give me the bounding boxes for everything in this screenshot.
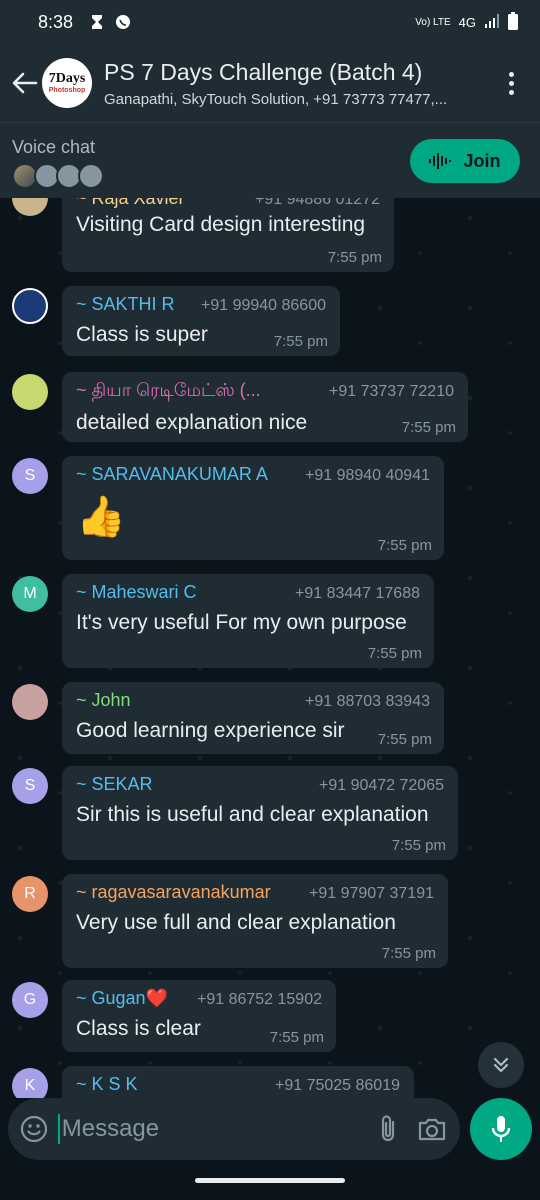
message-text: It's very useful For my own purpose xyxy=(76,611,407,634)
chat-header: 7Days Photoshop PS 7 Days Challenge (Bat… xyxy=(0,44,540,122)
message-time: 7:55 pm xyxy=(269,1029,324,1046)
group-members[interactable]: Ganapathi, SkyTouch Solution, +91 73773 … xyxy=(104,91,494,108)
emoji-icon[interactable] xyxy=(18,1109,50,1149)
message-bubble[interactable]: ~ Maheswari C +91 83447 17688 It's very u… xyxy=(62,574,434,668)
message-bubble[interactable]: ~ Gugan❤️ +91 86752 15902 Class is clear … xyxy=(62,980,336,1052)
join-label: Join xyxy=(463,150,501,171)
microphone-icon xyxy=(491,1116,511,1142)
whatsapp-notification-icon xyxy=(115,14,131,30)
message-bubble[interactable]: ~ Raja Xavier +91 94886 01272 Visiting Ca… xyxy=(62,198,394,272)
sender-phone: +91 83447 17688 xyxy=(294,585,420,602)
signal-icon xyxy=(484,13,500,31)
hourglass-icon xyxy=(89,14,105,30)
sender-avatar[interactable] xyxy=(12,288,48,324)
sender-phone: +91 86752 15902 xyxy=(196,991,322,1008)
sender-phone: +91 98940 40941 xyxy=(304,467,430,484)
message-bubble[interactable]: ~ SARAVANAKUMAR A +91 98940 40941 👍 7:55 … xyxy=(62,456,444,560)
message-text: Sir this is useful and clear explanation xyxy=(76,803,429,826)
participant-avatar xyxy=(78,163,104,189)
sender-phone: +91 94886 01272 xyxy=(254,198,380,208)
sender-avatar[interactable]: G xyxy=(12,982,48,1018)
message-input[interactable] xyxy=(59,1115,372,1143)
sender-phone: +91 73737 72210 xyxy=(328,383,454,400)
message-time: 7:55 pm xyxy=(327,249,382,266)
camera-icon[interactable] xyxy=(416,1109,448,1149)
message-bubble[interactable]: ~ SAKTHI R +91 99940 86600 Class is super… xyxy=(62,286,340,356)
message-text: detailed explanation nice xyxy=(76,411,308,434)
status-right: Vo) LTE 4G xyxy=(415,11,518,33)
group-avatar[interactable]: 7Days Photoshop xyxy=(42,58,92,108)
more-options-icon[interactable] xyxy=(494,58,528,108)
message-bubble[interactable]: ~ John +91 88703 83943 Good learning expe… xyxy=(62,682,444,754)
sender-avatar[interactable]: K xyxy=(12,1068,48,1098)
status-bar: 8:38 Vo) LTE 4G xyxy=(0,0,540,44)
system-navigation-bar xyxy=(0,1160,540,1200)
sender-name[interactable]: ~ John xyxy=(76,690,131,711)
attachment-icon[interactable] xyxy=(372,1109,404,1149)
thumbs-up-emoji: 👍 xyxy=(76,495,126,539)
message-time: 7:55 pm xyxy=(381,945,436,962)
header-text[interactable]: PS 7 Days Challenge (Batch 4) Ganapathi,… xyxy=(104,59,494,108)
sender-name[interactable]: ~ K S K xyxy=(76,1074,138,1095)
sender-phone: +91 90472 72065 xyxy=(318,777,444,794)
sender-name[interactable]: ~ SEKAR xyxy=(76,774,153,795)
message-text: Visiting Card design interesting xyxy=(76,213,366,236)
group-title[interactable]: PS 7 Days Challenge (Batch 4) xyxy=(104,59,494,86)
sender-avatar[interactable]: R xyxy=(12,876,48,912)
message-time: 7:55 pm xyxy=(401,419,456,436)
sender-avatar[interactable]: S xyxy=(12,768,48,804)
sender-name[interactable]: ~ Maheswari C xyxy=(76,582,197,603)
sender-avatar[interactable] xyxy=(12,684,48,720)
home-gesture-handle[interactable] xyxy=(195,1177,345,1183)
message-composer xyxy=(8,1098,460,1160)
sender-name[interactable]: ~ SAKTHI R xyxy=(76,294,175,315)
sender-name[interactable]: ~ ragavasaravanakumar xyxy=(76,882,271,903)
sender-avatar[interactable]: S xyxy=(12,458,48,494)
status-time: 8:38 xyxy=(38,11,74,32)
network-type: 4G xyxy=(458,14,476,30)
sender-avatar[interactable]: M xyxy=(12,576,48,612)
message-text: Very use full and clear explanation xyxy=(76,911,396,934)
sender-phone: +91 75025 86019 xyxy=(274,1077,400,1094)
group-avatar-subtitle: Photoshop xyxy=(48,87,86,94)
message-bubble[interactable]: ~ SEKAR +91 90472 72065 Sir this is usefu… xyxy=(62,766,458,860)
group-avatar-title: 7Days xyxy=(48,71,86,86)
sender-name[interactable]: ~ SARAVANAKUMAR A xyxy=(76,464,268,485)
voice-chat-bar: Voice chat Join xyxy=(0,122,540,198)
volte-indicator: Vo) LTE xyxy=(415,16,451,28)
message-time: 7:55 pm xyxy=(391,837,446,854)
sender-name[interactable]: ~ தியா ரெடிமேட்ஸ் (... xyxy=(76,380,261,403)
sender-name[interactable]: ~ Gugan❤️ xyxy=(76,988,168,1009)
sender-phone: +91 97907 37191 xyxy=(308,885,434,902)
voice-chat-label: Voice chat xyxy=(12,137,96,157)
message-bubble[interactable]: ~ தியா ரெடிமேட்ஸ் (... +91 73737 72210 de… xyxy=(62,372,468,442)
join-voice-chat-button[interactable]: Join xyxy=(410,139,520,183)
sender-name[interactable]: ~ Raja Xavier xyxy=(76,198,185,209)
voice-message-button[interactable] xyxy=(470,1098,532,1160)
message-bubble[interactable]: ~ ragavasaravanakumar +91 97907 37191 Ver… xyxy=(62,874,448,968)
message-time: 7:55 pm xyxy=(377,731,432,748)
message-list[interactable]: ~ Raja Xavier +91 94886 01272 Visiting Ca… xyxy=(0,198,540,1098)
message-time: 7:55 pm xyxy=(273,333,328,350)
sender-phone: +91 99940 86600 xyxy=(200,297,326,314)
voice-chat-participants xyxy=(12,163,104,189)
audio-wave-icon xyxy=(429,153,452,169)
message-time: 7:55 pm xyxy=(367,645,422,662)
message-time: 7:55 pm xyxy=(377,537,432,554)
battery-icon xyxy=(508,11,518,33)
scroll-to-bottom-button[interactable] xyxy=(478,1042,524,1088)
sender-phone: +91 88703 83943 xyxy=(304,693,430,710)
sender-avatar[interactable] xyxy=(12,374,48,410)
double-chevron-down-icon xyxy=(493,1057,509,1073)
message-bubble[interactable]: ~ K S K +91 75025 86019 xyxy=(62,1066,414,1098)
back-arrow-icon[interactable] xyxy=(8,66,42,100)
